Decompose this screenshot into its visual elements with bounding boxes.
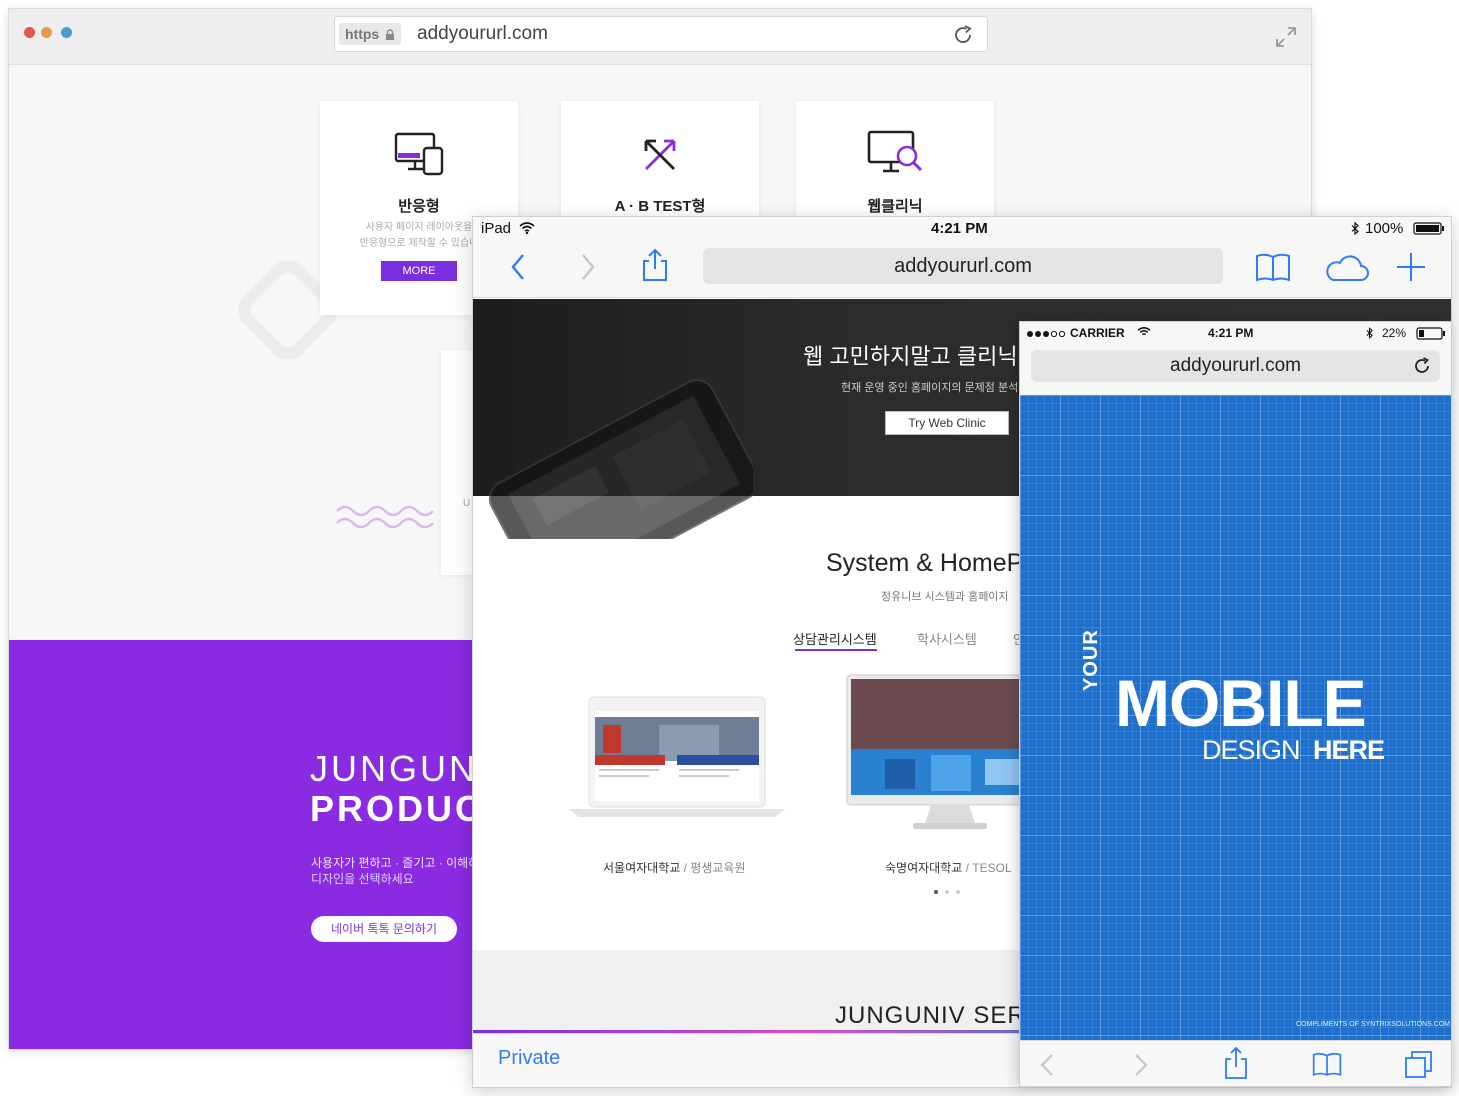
poster-credit-text: COMPLIMENTS OF SYNTRIXSOLUTIONS.COM (1296, 1021, 1451, 1028)
iphone-bottom-toolbar (1020, 1040, 1451, 1086)
maximize-window-button[interactable] (61, 27, 72, 38)
back-icon[interactable] (501, 249, 537, 285)
wifi-icon (519, 222, 535, 234)
ipad-battery-percent: 100% (1365, 220, 1404, 237)
pagination-dot[interactable] (945, 890, 949, 894)
portfolio-caption: 숙명여자대학교 / TESOL (885, 859, 1012, 876)
signal-strength-icon (1027, 330, 1066, 338)
ipad-safari-toolbar: addyoururl.com (473, 241, 1451, 298)
card-partial-text: U (463, 498, 471, 509)
pagination-dot-active[interactable] (934, 890, 938, 894)
portfolio-caption: 서울여자대학교 / 평생교육원 (603, 859, 746, 876)
reload-icon[interactable] (1412, 356, 1432, 376)
bookmarks-icon[interactable] (1310, 1049, 1344, 1079)
address-url-text: addyoururl.com (417, 23, 548, 44)
portfolio-sub: / TESOL (965, 861, 1012, 875)
ipad-time: 4:21 PM (931, 220, 988, 237)
web-clinic-magnifier-icon (867, 130, 923, 173)
forward-icon[interactable] (569, 249, 605, 285)
minimize-window-button[interactable] (41, 27, 52, 38)
ab-test-arrows-icon (644, 139, 676, 170)
battery-icon (1416, 327, 1445, 340)
tab-academic-system[interactable]: 학사시스템 (917, 629, 977, 648)
poster-design-text: DESIGN (1202, 735, 1301, 765)
iphone-battery-percent: 22% (1382, 326, 1407, 340)
card-title: A · B TEST형 (614, 198, 706, 215)
try-web-clinic-button[interactable]: Try Web Clinic (885, 411, 1009, 435)
hero-title: 웹 고민하지말고 클리닉 (803, 344, 1018, 369)
active-tab-indicator (795, 649, 877, 651)
reload-icon[interactable] (951, 23, 975, 47)
iphone-browser-window: CARRIER 4:21 PM 22% addyoururl.com YOUR … (1019, 321, 1452, 1087)
bluetooth-icon (1366, 327, 1373, 339)
more-button[interactable]: MORE (381, 261, 457, 281)
https-label: https (345, 26, 380, 42)
iphone-time: 4:21 PM (1208, 326, 1254, 340)
ipad-status-bar: iPad 4:21 PM 100% (473, 217, 1451, 241)
card-title: 웹클리닉 (867, 198, 923, 215)
portfolio-sub: / 평생교육원 (683, 861, 746, 875)
tab-counseling-system[interactable]: 상담관리시스템 (793, 629, 877, 648)
poster-your-text: YOUR (1080, 629, 1102, 691)
portfolio-laptop-image[interactable] (569, 695, 785, 825)
close-window-button[interactable] (24, 27, 35, 38)
cloud-icon[interactable] (1323, 253, 1369, 283)
decorative-wave-lines (336, 505, 434, 529)
lock-icon (386, 29, 395, 40)
section-title: System & HomeP (826, 549, 1024, 577)
portfolio-name: 숙명여자대학교 (885, 861, 963, 875)
mobile-design-poster: YOUR MOBILE DESIGN HERE COMPLIMENTS OF S… (1020, 395, 1451, 1040)
poster-here-text: HERE (1313, 735, 1385, 765)
pagination-dot[interactable] (956, 890, 960, 894)
naver-talk-inquiry-button[interactable]: 네이버 톡톡 문의하기 (311, 916, 457, 942)
https-badge: https (339, 23, 402, 45)
bookmarks-icon[interactable] (1255, 249, 1291, 285)
promo-description-line: 사용자가 편하고 · 즐기고 · 이해하 (311, 856, 480, 870)
wifi-icon (1137, 327, 1151, 336)
iphone-address-bar[interactable]: addyoururl.com (1031, 350, 1440, 382)
promo-title-line2: PRODUC (310, 788, 485, 829)
share-icon[interactable] (637, 247, 673, 283)
share-icon[interactable] (1222, 1045, 1250, 1081)
responsive-device-icon (394, 132, 444, 176)
address-bar[interactable]: https addyoururl.com (334, 16, 988, 52)
expand-icon[interactable] (1274, 25, 1298, 49)
forward-icon[interactable] (1130, 1051, 1152, 1079)
ipad-carrier-label: iPad (481, 220, 512, 237)
back-icon[interactable] (1036, 1051, 1058, 1079)
add-tab-icon[interactable] (1393, 249, 1429, 285)
bluetooth-icon (1351, 222, 1359, 235)
battery-icon (1413, 222, 1444, 235)
portfolio-name: 서울여자대학교 (603, 861, 681, 875)
private-button[interactable]: Private (498, 1047, 560, 1070)
iphone-status-bar: CARRIER 4:21 PM 22% (1020, 322, 1451, 344)
browser-toolbar: https addyoururl.com (9, 9, 1311, 65)
promo-description-line: 디자인을 선택하세요 (311, 872, 414, 886)
tabs-icon[interactable] (1404, 1049, 1434, 1079)
card-title: 반응형 (398, 198, 440, 215)
services-title: JUNGUNIV SERV (835, 1002, 1043, 1029)
hero-phone-image (488, 379, 753, 539)
iphone-address-url-text: addyoururl.com (1170, 355, 1301, 376)
iphone-carrier-label: CARRIER (1070, 326, 1125, 340)
hero-subtitle: 현재 운영 중인 홈페이지의 문제점 분석 (841, 382, 1019, 394)
poster-mobile-text: MOBILE (1115, 666, 1367, 740)
promo-title-line1: JUNGUNI (310, 748, 491, 789)
ipad-address-bar[interactable]: addyoururl.com (703, 248, 1223, 284)
section-subtitle: 정유니브 시스템과 홈페이지 (881, 591, 1009, 603)
